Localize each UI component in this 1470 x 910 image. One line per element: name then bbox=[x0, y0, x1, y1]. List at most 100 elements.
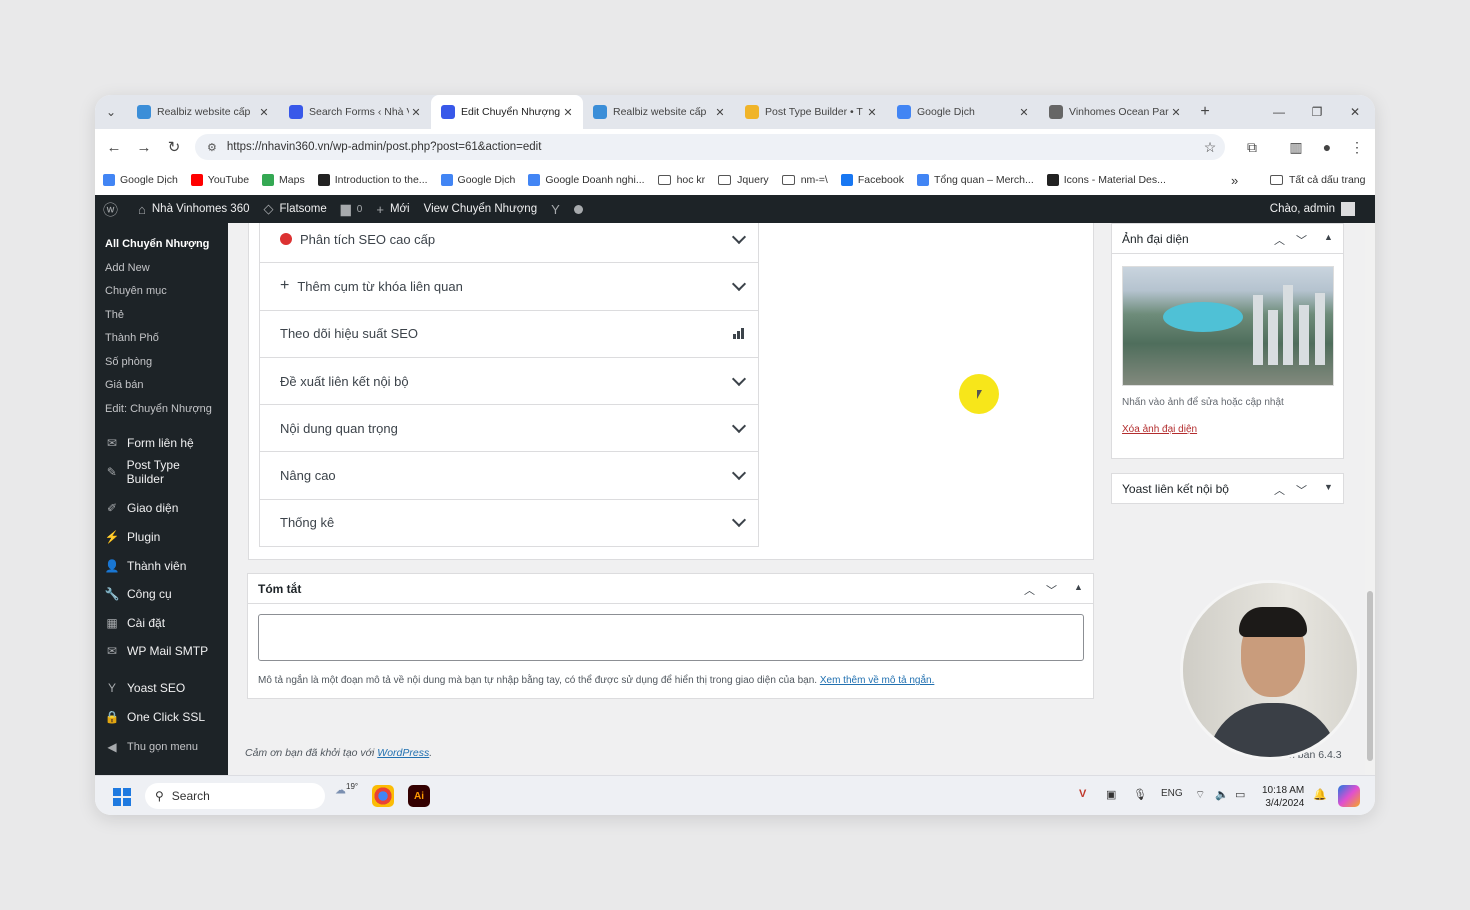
mic-icon[interactable]: 🎙 bbox=[1133, 788, 1147, 801]
sidebar-menu-item[interactable]: ✉ WP Mail SMTP bbox=[95, 637, 228, 666]
adminbar-comments[interactable]: ▆ 0 bbox=[341, 201, 363, 217]
bookmark-item[interactable]: hoc kr bbox=[657, 174, 705, 186]
move-up-icon[interactable]: ︿ bbox=[1274, 482, 1285, 498]
browser-tab[interactable]: Realbiz website cấp ✕ bbox=[127, 95, 279, 129]
chrome-icon[interactable] bbox=[372, 785, 394, 807]
sidebar-menu-item[interactable]: 🔒 One Click SSL bbox=[95, 702, 228, 731]
adminbar-site[interactable]: ⌂ Nhà Vinhomes 360 bbox=[138, 202, 249, 217]
scrollbar-thumb[interactable] bbox=[1367, 591, 1373, 761]
site-info-icon[interactable]: ⚙ bbox=[207, 141, 217, 154]
tab-close-icon[interactable]: ✕ bbox=[561, 106, 575, 119]
yoast-panel-row[interactable]: Phân tích SEO cao cấp bbox=[260, 223, 758, 264]
sidebar-menu-item[interactable]: ⚡ Plugin bbox=[95, 523, 228, 552]
wp-logo-icon[interactable]: ⓦ bbox=[103, 199, 124, 220]
featured-image[interactable] bbox=[1122, 266, 1334, 386]
adminbar-new[interactable]: + Mới bbox=[376, 202, 409, 217]
tab-search-chevron-icon[interactable]: ⌄ bbox=[95, 95, 127, 129]
submenu-item[interactable]: Giá bán bbox=[95, 374, 228, 398]
submenu-item[interactable]: Thành Phố bbox=[95, 327, 228, 351]
vegas-icon[interactable]: V bbox=[1079, 788, 1086, 800]
adminbar-theme[interactable]: ◇ Flatsome bbox=[263, 201, 326, 217]
sidebar-menu-item[interactable]: 🔧 Công cụ bbox=[95, 580, 228, 609]
toggle-panel-icon[interactable]: ▼ bbox=[1324, 482, 1333, 492]
bookmark-item[interactable]: Google Dịch bbox=[103, 174, 178, 186]
move-up-icon[interactable]: ︿ bbox=[1024, 582, 1035, 598]
volume-icon[interactable]: 🔈 bbox=[1215, 788, 1229, 801]
meet-icon[interactable]: ▣ bbox=[1106, 788, 1116, 801]
bookmark-item[interactable]: Facebook bbox=[840, 174, 904, 186]
move-down-icon[interactable]: ﹀ bbox=[1296, 232, 1307, 248]
browser-tab[interactable]: Google Dịch ✕ bbox=[887, 95, 1039, 129]
yoast-panel-row[interactable]: Theo dõi hiệu suất SEO bbox=[260, 311, 758, 358]
bookmark-item[interactable]: Jquery bbox=[718, 174, 769, 186]
minimize-icon[interactable]: — bbox=[1260, 95, 1298, 129]
bookmark-item[interactable]: Introduction to the... bbox=[317, 174, 428, 186]
submenu-item[interactable]: Edit: Chuyển Nhượng bbox=[95, 398, 228, 422]
toggle-panel-icon[interactable]: ▲ bbox=[1324, 232, 1333, 242]
browser-tab[interactable]: Search Forms ‹ Nhà V ✕ bbox=[279, 95, 431, 129]
taskbar-search[interactable]: ⚲ Search bbox=[145, 783, 325, 809]
sidebar-menu-item[interactable]: Y Yoast SEO bbox=[95, 674, 228, 703]
sidebar-menu-item[interactable]: ▦ Cài đặt bbox=[95, 609, 228, 638]
illustrator-icon[interactable]: Ai bbox=[408, 785, 430, 807]
bookmark-item[interactable]: Maps bbox=[262, 174, 305, 186]
tab-close-icon[interactable]: ✕ bbox=[865, 106, 879, 119]
reload-icon[interactable]: ↻ bbox=[159, 138, 189, 156]
submenu-item[interactable]: Thẻ bbox=[95, 304, 228, 328]
bookmark-item[interactable]: Icons - Material Des... bbox=[1046, 174, 1166, 186]
submenu-item[interactable]: Add New bbox=[95, 257, 228, 281]
move-down-icon[interactable]: ﹀ bbox=[1046, 582, 1057, 598]
sidebar-menu-item[interactable]: ✉ Form liên hệ bbox=[95, 429, 228, 458]
tab-close-icon[interactable]: ✕ bbox=[409, 106, 423, 119]
adminbar-yoast[interactable]: Y bbox=[551, 202, 583, 217]
submenu-item[interactable]: All Chuyển Nhượng bbox=[95, 233, 228, 257]
weather-icon[interactable]: ☁19° bbox=[335, 782, 358, 797]
close-window-icon[interactable]: ✕ bbox=[1336, 95, 1374, 129]
bookmark-star-icon[interactable]: ☆ bbox=[1195, 129, 1225, 165]
sidebar-menu-item[interactable]: ◀ Thu gọn menu bbox=[95, 733, 228, 762]
battery-icon[interactable]: ▭ bbox=[1235, 788, 1245, 801]
sidepanel-icon[interactable]: ▥ bbox=[1281, 129, 1311, 165]
bookmark-item[interactable]: Google Dịch bbox=[440, 174, 515, 186]
excerpt-textarea[interactable] bbox=[258, 614, 1084, 661]
new-tab-button[interactable]: + bbox=[1191, 103, 1219, 121]
browser-tab[interactable]: Vinhomes Ocean Par ✕ bbox=[1039, 95, 1191, 129]
excerpt-learn-more-link[interactable]: Xem thêm về mô tả ngắn. bbox=[820, 675, 935, 686]
adminbar-account[interactable]: Chào, admin bbox=[1270, 202, 1355, 216]
sidebar-menu-item[interactable]: 👤 Thành viên bbox=[95, 551, 228, 580]
forward-icon[interactable]: → bbox=[129, 139, 159, 156]
submenu-item[interactable]: Chuyên mục bbox=[95, 280, 228, 304]
wifi-icon[interactable]: ⌔ bbox=[1195, 788, 1205, 802]
sidebar-menu-item[interactable]: ✎ Post Type Builder bbox=[95, 458, 228, 487]
tab-close-icon[interactable]: ✕ bbox=[1017, 106, 1031, 119]
yoast-panel-row[interactable]: Đề xuất liên kết nội bộ bbox=[260, 358, 758, 406]
bookmark-item[interactable]: Google Doanh nghi... bbox=[528, 174, 645, 186]
page-scrollbar[interactable] bbox=[1365, 223, 1375, 775]
toggle-panel-icon[interactable]: ▲ bbox=[1074, 582, 1083, 592]
tab-close-icon[interactable]: ✕ bbox=[1169, 106, 1183, 119]
back-icon[interactable]: ← bbox=[99, 139, 129, 156]
profile-avatar-icon[interactable]: ● bbox=[1312, 129, 1342, 165]
copilot-icon[interactable] bbox=[1338, 785, 1360, 807]
remove-featured-image-link[interactable]: Xóa ảnh đại diện bbox=[1122, 424, 1197, 435]
submenu-item[interactable]: Số phòng bbox=[95, 351, 228, 375]
move-down-icon[interactable]: ﹀ bbox=[1296, 482, 1307, 498]
bookmark-item[interactable]: Tổng quan – Merch... bbox=[916, 174, 1034, 186]
yoast-panel-row[interactable]: + Thêm cụm từ khóa liên quan bbox=[260, 263, 758, 311]
browser-tab[interactable]: Edit Chuyển Nhượng ✕ bbox=[431, 95, 583, 129]
more-bookmarks-icon[interactable]: » bbox=[1231, 173, 1238, 188]
yoast-panel-row[interactable]: Nội dung quan trọng bbox=[260, 405, 758, 453]
move-up-icon[interactable]: ︿ bbox=[1274, 232, 1285, 248]
yoast-panel-row[interactable]: Nâng cao bbox=[260, 452, 758, 500]
restore-icon[interactable]: ❐ bbox=[1298, 95, 1336, 129]
yoast-panel-row[interactable]: Thống kê bbox=[260, 500, 758, 548]
menu-kebab-icon[interactable]: ⋮ bbox=[1342, 129, 1372, 165]
adminbar-view[interactable]: View Chuyển Nhượng bbox=[424, 203, 537, 215]
url-field[interactable]: ⚙ https://nhavin360.vn/wp-admin/post.php… bbox=[195, 134, 1225, 160]
notification-bell-icon[interactable]: 🔔 bbox=[1313, 788, 1327, 801]
tab-close-icon[interactable]: ✕ bbox=[713, 106, 727, 119]
language-indicator[interactable]: ENG bbox=[1161, 788, 1183, 799]
sidebar-menu-item[interactable]: ✐ Giao diện bbox=[95, 494, 228, 523]
wordpress-link[interactable]: WordPress bbox=[377, 747, 429, 759]
browser-tab[interactable]: Realbiz website cấp ✕ bbox=[583, 95, 735, 129]
